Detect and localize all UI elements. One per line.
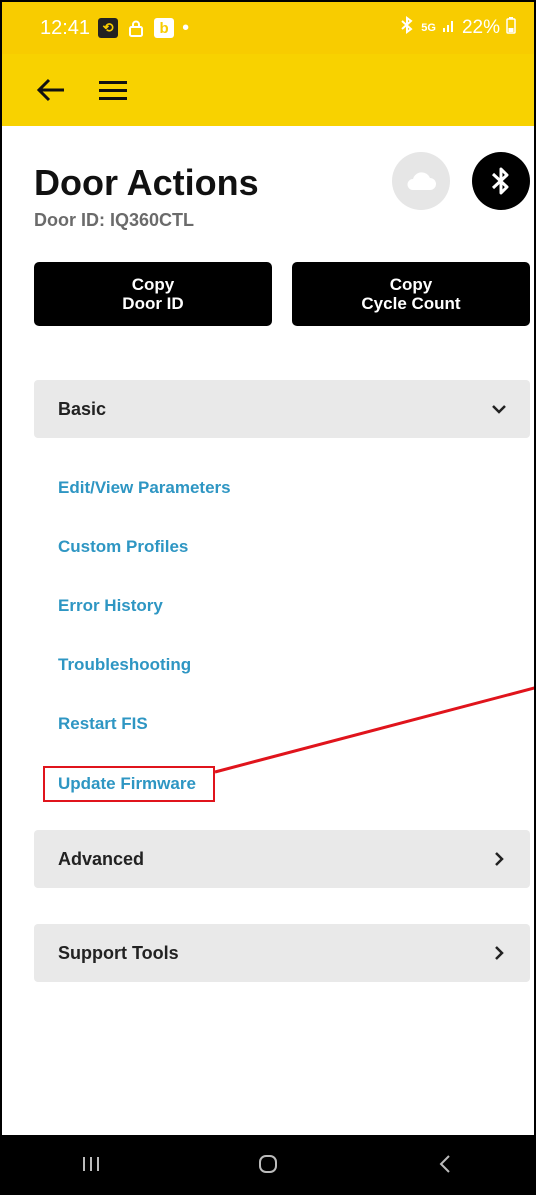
bluetooth-icon: [399, 16, 415, 40]
menu-custom-profiles[interactable]: Custom Profiles: [58, 537, 188, 557]
sync-icon: ⟲: [98, 18, 119, 38]
menu-restart-fis[interactable]: Restart FIS: [58, 714, 148, 734]
section-advanced[interactable]: Advanced: [34, 830, 530, 888]
bluetooth-button[interactable]: [472, 152, 530, 210]
section-basic-label: Basic: [58, 398, 107, 419]
copy-door-id-line1: Copy: [131, 275, 175, 294]
page-title: Door Actions: [34, 162, 259, 203]
battery-level: 22%: [461, 17, 500, 38]
arrow-left-icon: [36, 78, 64, 102]
cloud-button[interactable]: [392, 152, 450, 210]
bluetooth-icon: [491, 167, 509, 195]
chevron-left-icon: [439, 1155, 451, 1173]
back-button[interactable]: [34, 73, 68, 107]
status-bar: 12:41 ⟲ b • 5G 22%: [2, 2, 534, 54]
copy-cycle-line2: Cycle Count: [361, 294, 461, 313]
signal-icon: [442, 17, 456, 39]
menu-edit-view-parameters[interactable]: Edit/View Parameters: [58, 478, 231, 498]
recent-apps-button[interactable]: [61, 1144, 121, 1184]
app-bar: [2, 54, 534, 126]
back-nav-button[interactable]: [415, 1144, 475, 1184]
recent-apps-icon: [82, 1157, 99, 1171]
copy-cycle-line1: Copy: [389, 275, 433, 294]
hamburger-menu-icon: [99, 81, 127, 100]
copy-door-id-line2: Door ID: [122, 294, 184, 313]
annotation-highlight-box: [43, 766, 215, 802]
menu-button[interactable]: [96, 73, 130, 107]
5g-icon: 5G: [421, 22, 436, 34]
chevron-down-icon: [490, 400, 508, 418]
b-app-icon: b: [154, 18, 175, 38]
section-support-label: Support Tools: [58, 942, 179, 963]
door-id-label: Door ID: IQ360CTL: [34, 210, 195, 230]
chevron-right-icon: [490, 944, 508, 962]
app-screen: 12:41 ⟲ b • 5G 22% Door Actions Door ID:…: [0, 0, 536, 1195]
copy-cycle-count-button[interactable]: Copy Cycle Count: [292, 262, 530, 326]
section-support-tools[interactable]: Support Tools: [34, 924, 530, 982]
chevron-right-icon: [490, 850, 508, 868]
home-button[interactable]: [238, 1144, 298, 1184]
section-basic[interactable]: Basic: [34, 380, 530, 438]
section-advanced-label: Advanced: [58, 848, 145, 869]
menu-error-history[interactable]: Error History: [58, 596, 163, 616]
status-dot: •: [182, 16, 190, 39]
menu-troubleshooting[interactable]: Troubleshooting: [58, 655, 191, 675]
lock-icon: [126, 18, 146, 38]
cloud-icon: [407, 172, 436, 190]
home-icon: [258, 1155, 277, 1173]
copy-door-id-button[interactable]: Copy Door ID: [34, 262, 272, 326]
system-nav-bar: [2, 1135, 534, 1193]
status-time: 12:41: [40, 16, 91, 39]
battery-icon: [506, 16, 516, 40]
